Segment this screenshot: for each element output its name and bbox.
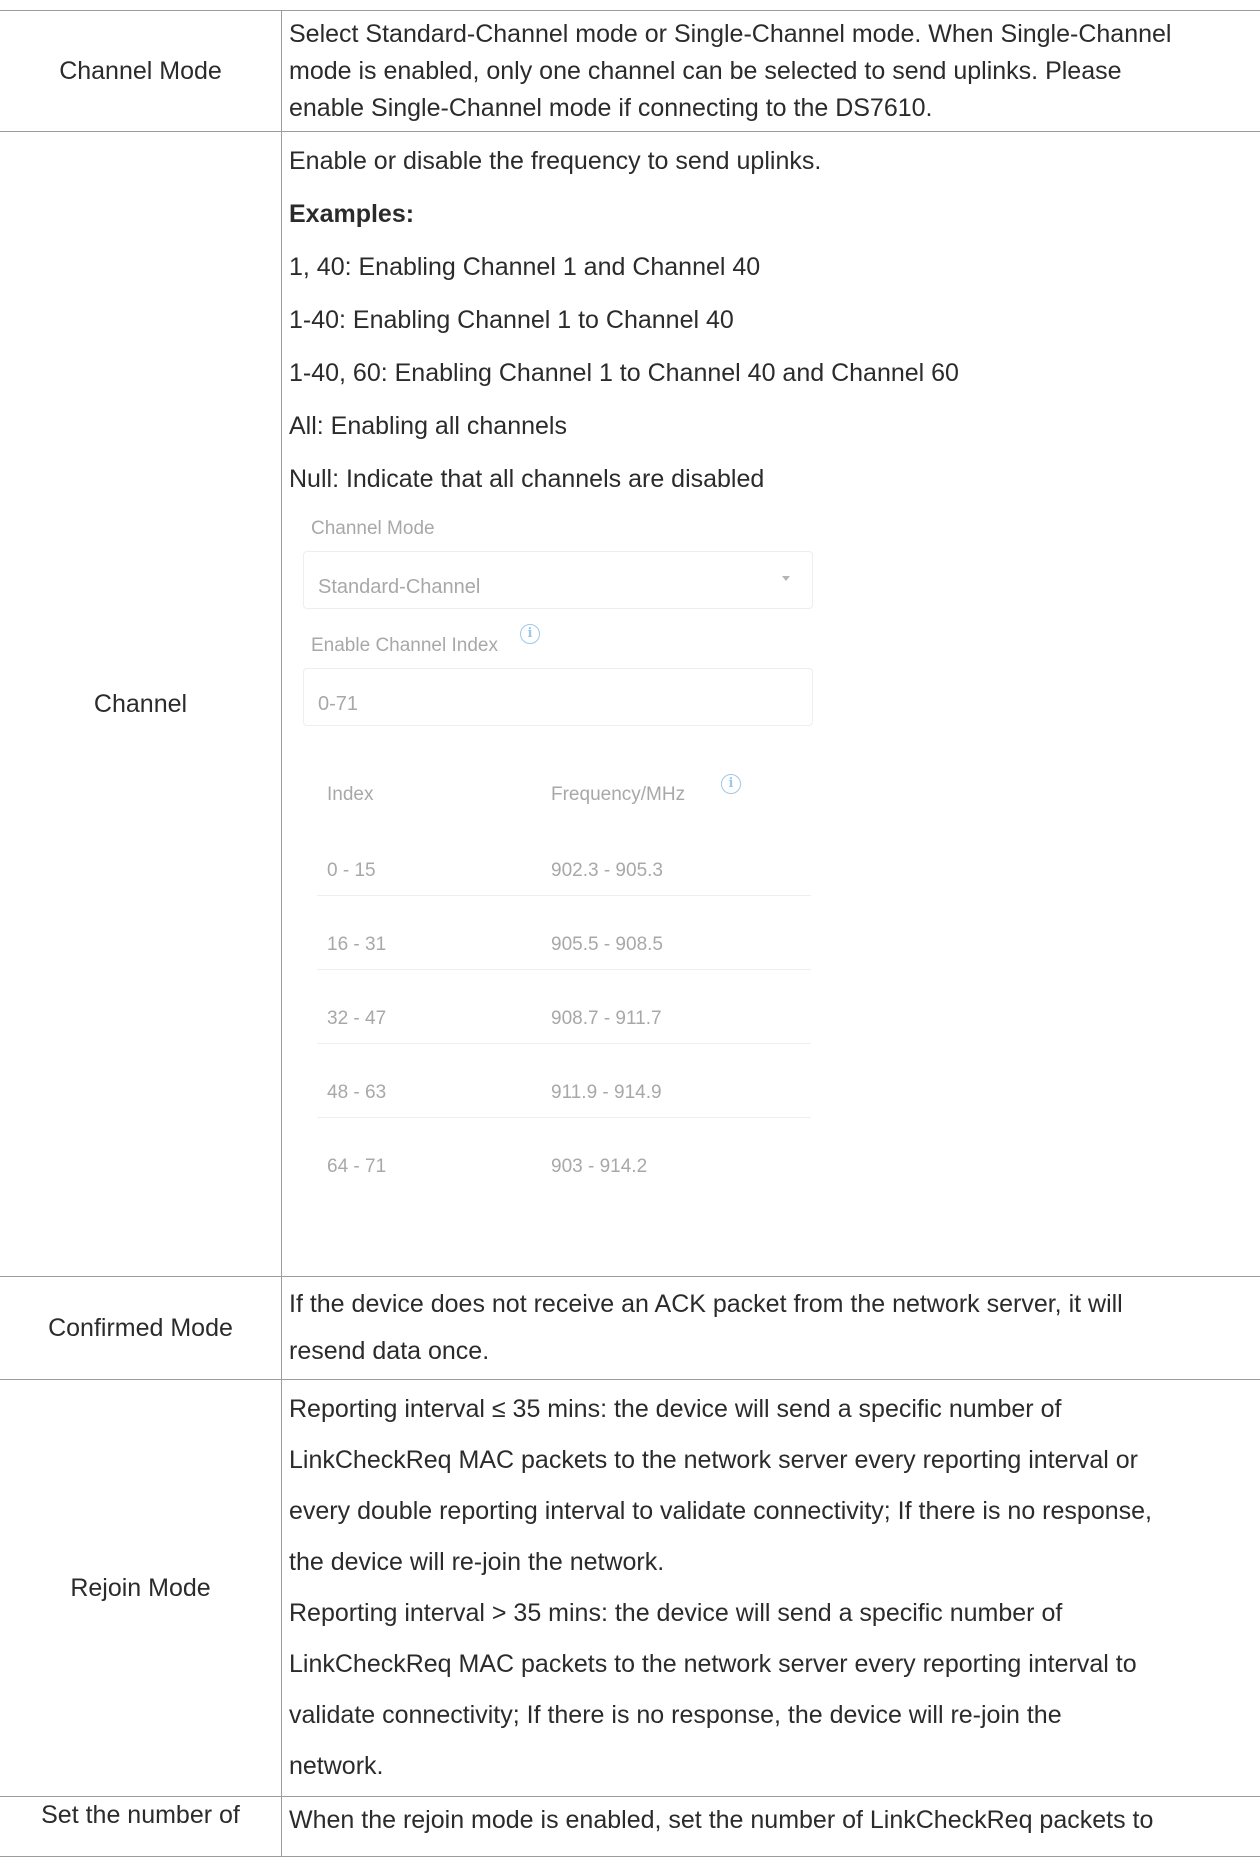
index-cell: 32 - 47 <box>327 998 386 1039</box>
desc-line: Select Standard-Channel mode or Single-C… <box>289 16 1260 53</box>
table-row-set-number: Set the number of When the rejoin mode i… <box>0 1797 1260 1857</box>
frequency-cell: 902.3 - 905.3 <box>551 850 663 891</box>
examples-heading: Examples: <box>289 188 1260 241</box>
table-row: 32 - 47 908.7 - 911.7 <box>317 970 811 1044</box>
desc-line: When the rejoin mode is enabled, set the… <box>289 1797 1260 1843</box>
desc-line: Reporting interval ≤ 35 mins: the device… <box>289 1384 1260 1435</box>
table-row-confirmed-mode: Confirmed Mode If the device does not re… <box>0 1277 1260 1380</box>
chevron-down-icon <box>782 576 790 581</box>
info-icon[interactable]: i <box>520 624 540 644</box>
desc-line: Reporting interval > 35 mins: the device… <box>289 1588 1260 1639</box>
desc-line: validate connectivity; If there is no re… <box>289 1690 1260 1741</box>
desc-line: enable Single-Channel mode if connecting… <box>289 90 1260 127</box>
info-icon[interactable]: i <box>721 774 741 794</box>
desc-line: resend data once. <box>289 1328 1260 1375</box>
desc-line: every double reporting interval to valid… <box>289 1486 1260 1537</box>
row-desc-rejoin-mode: Reporting interval ≤ 35 mins: the device… <box>282 1380 1260 1797</box>
frequency-cell: 905.5 - 908.5 <box>551 924 663 965</box>
desc-line: LinkCheckReq MAC packets to the network … <box>289 1435 1260 1486</box>
frequency-cell: 911.9 - 914.9 <box>551 1072 662 1113</box>
row-label-confirmed-mode: Confirmed Mode <box>0 1277 282 1380</box>
example-line: All: Enabling all channels <box>289 400 1260 453</box>
desc-line: network. <box>289 1741 1260 1792</box>
row-desc-channel: Enable or disable the frequency to send … <box>282 132 1260 1277</box>
enable-channel-index-input[interactable]: 0-71 <box>303 668 813 726</box>
channel-settings-panel: Channel Mode Standard-Channel Enable Cha… <box>303 506 823 1226</box>
row-label-rejoin-mode: Rejoin Mode <box>0 1380 282 1797</box>
channel-mode-select[interactable]: Standard-Channel <box>303 551 813 609</box>
frequency-cell: 908.7 - 911.7 <box>551 998 662 1039</box>
example-line: Null: Indicate that all channels are dis… <box>289 453 1260 506</box>
channel-mode-field-label: Channel Mode <box>311 508 435 549</box>
desc-line: the device will re-join the network. <box>289 1537 1260 1588</box>
table-row-channel: Channel Enable or disable the frequency … <box>0 132 1260 1277</box>
example-line: 1, 40: Enabling Channel 1 and Channel 40 <box>289 241 1260 294</box>
index-cell: 0 - 15 <box>327 850 376 891</box>
example-line: 1-40, 60: Enabling Channel 1 to Channel … <box>289 347 1260 400</box>
index-cell: 16 - 31 <box>327 924 386 965</box>
table-row: 16 - 31 905.5 - 908.5 <box>317 896 811 970</box>
row-desc-set-number: When the rejoin mode is enabled, set the… <box>282 1797 1260 1857</box>
parameter-table: Channel Mode Select Standard-Channel mod… <box>0 10 1260 1857</box>
channel-index-input-value: 0-71 <box>318 684 358 725</box>
column-header-frequency: Frequency/MHz <box>551 774 685 815</box>
row-desc-confirmed-mode: If the device does not receive an ACK pa… <box>282 1277 1260 1380</box>
table-row: 64 - 71 903 - 914.2 <box>317 1118 811 1191</box>
index-cell: 48 - 63 <box>327 1072 386 1113</box>
table-row-channel-mode: Channel Mode Select Standard-Channel mod… <box>0 11 1260 132</box>
desc-line: If the device does not receive an ACK pa… <box>289 1281 1260 1328</box>
index-cell: 64 - 71 <box>327 1146 386 1187</box>
row-desc-channel-mode: Select Standard-Channel mode or Single-C… <box>282 11 1260 132</box>
row-label-channel-mode: Channel Mode <box>0 11 282 132</box>
row-label-channel: Channel <box>0 132 282 1277</box>
channel-intro: Enable or disable the frequency to send … <box>289 135 1260 188</box>
table-row: 48 - 63 911.9 - 914.9 <box>317 1044 811 1118</box>
column-header-index: Index <box>327 774 373 815</box>
table-row-rejoin-mode: Rejoin Mode Reporting interval ≤ 35 mins… <box>0 1380 1260 1797</box>
table-row: 0 - 15 902.3 - 905.3 <box>317 822 811 896</box>
frequency-cell: 903 - 914.2 <box>551 1146 647 1187</box>
desc-line: mode is enabled, only one channel can be… <box>289 53 1260 90</box>
example-line: 1-40: Enabling Channel 1 to Channel 40 <box>289 294 1260 347</box>
frequency-table-header: Index Frequency/MHz i <box>317 752 811 822</box>
frequency-table: Index Frequency/MHz i 0 - 15 902.3 - 905… <box>317 752 811 1191</box>
enable-channel-index-label: Enable Channel Index <box>311 625 498 666</box>
desc-line: LinkCheckReq MAC packets to the network … <box>289 1639 1260 1690</box>
channel-mode-select-value: Standard-Channel <box>318 567 480 608</box>
row-label-set-number: Set the number of <box>0 1797 282 1857</box>
